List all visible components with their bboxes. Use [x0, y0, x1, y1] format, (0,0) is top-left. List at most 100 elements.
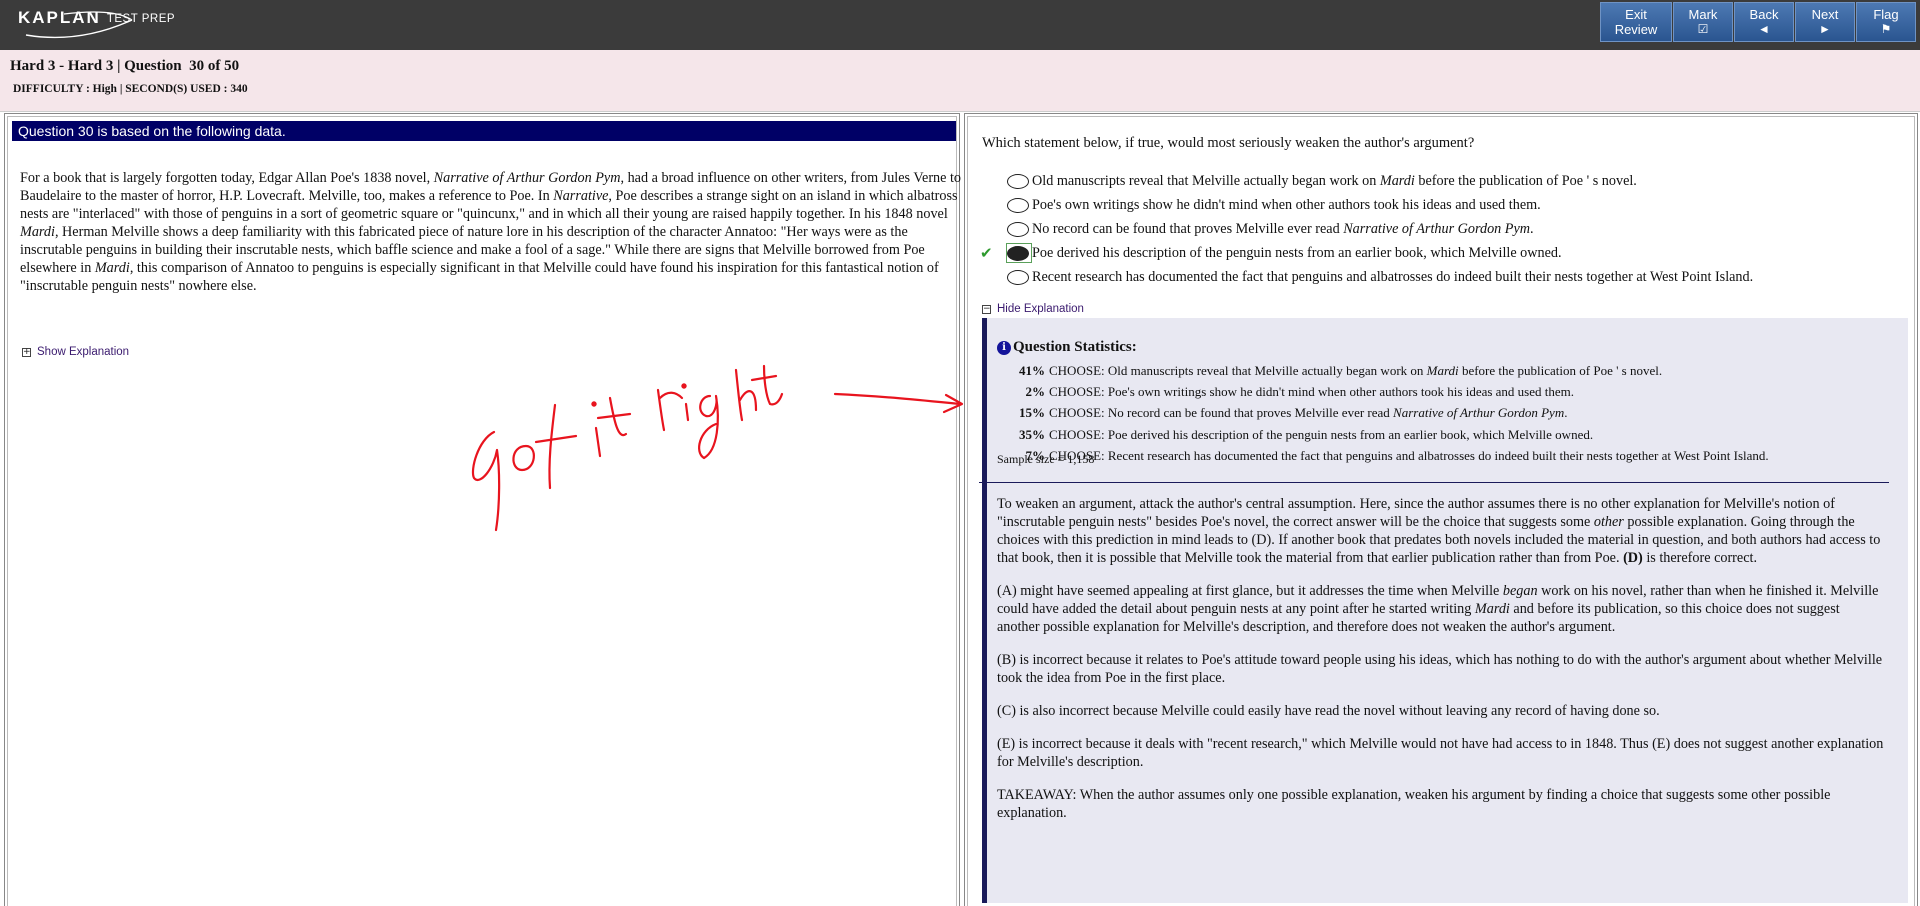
- exp-italic: began: [1502, 583, 1538, 599]
- radio-wrap: [1006, 243, 1032, 263]
- next-label: Next: [1811, 7, 1839, 22]
- nav-buttons: Exit Review Mark ☑ Back ◄ Next ► Flag ⚑: [1600, 2, 1916, 42]
- exit-review-button[interactable]: Exit Review: [1600, 2, 1672, 42]
- choice-text: No record can be found that proves Melvi…: [1032, 221, 1534, 238]
- choice-text: Poe's own writings show he didn't mind w…: [1032, 196, 1541, 213]
- question-title: Hard 3 - Hard 3 | Question 30 of 50: [10, 58, 240, 74]
- sample-size: Sample size = 1,158: [997, 452, 1095, 466]
- info-icon: i: [997, 340, 1011, 355]
- answer-choice-a[interactable]: Old manuscripts reveal that Melville act…: [1006, 169, 1753, 193]
- expand-icon: +: [22, 346, 31, 357]
- stat-seg: Old manuscripts reveal that Melville act…: [1107, 362, 1427, 378]
- flag-icon: ⚑: [1880, 22, 1892, 36]
- explanation-text: To weaken an argument, attack the author…: [997, 495, 1885, 837]
- show-explanation-label: Show Explanation: [37, 346, 130, 358]
- explanation-paragraph: (B) is incorrect because it relates to P…: [997, 652, 1883, 686]
- stat-text: No record can be found that proves Melvi…: [1108, 405, 1568, 421]
- stat-italic: Narrative of Arthur Gordon Pym: [1393, 405, 1565, 421]
- choice-seg: No record can be found that proves Melvi…: [1032, 220, 1344, 237]
- question-panel: Which statement below, if true, would mo…: [964, 113, 1918, 906]
- exp-italic: Mardi: [1474, 601, 1510, 617]
- radio-wrap: [1006, 219, 1032, 239]
- passage-panel-inner: Question 30 is based on the following da…: [7, 116, 961, 906]
- passage-italic: Mardi: [20, 224, 55, 240]
- stat-seg: before the publication of Poe ' s novel.: [1458, 362, 1663, 378]
- stats-title-label: Question Statistics:: [1013, 339, 1137, 355]
- choice-text: Poe derived his description of the pengu…: [1032, 244, 1562, 261]
- arrow-right-icon: ►: [1819, 22, 1831, 36]
- divider: [979, 482, 1889, 483]
- logo-swoosh-icon: [25, 11, 133, 39]
- show-explanation-toggle[interactable]: + Show Explanation: [22, 346, 129, 358]
- hide-explanation-toggle[interactable]: − Hide Explanation: [982, 303, 1084, 315]
- question-panel-inner: Which statement below, if true, would mo…: [967, 116, 1915, 906]
- question-info-bar: Hard 3 - Hard 3 | Question 30 of 50 DIFF…: [0, 50, 1920, 112]
- stat-percent: 15%: [1019, 405, 1045, 421]
- stats-title: i Question Statistics:: [997, 339, 1137, 356]
- passage-heading: Question 30 is based on the following da…: [12, 121, 956, 141]
- passage-italic: Narrative: [553, 188, 609, 204]
- choice-italic: Narrative of Arthur Gordon Pym: [1343, 220, 1531, 237]
- arrow-left-icon: ◄: [1758, 22, 1770, 36]
- stat-row: 15% CHOOSE: No record can be found that …: [997, 403, 1769, 424]
- stat-choose: CHOOSE:: [1049, 362, 1105, 378]
- next-button[interactable]: Next ►: [1795, 2, 1855, 42]
- flag-button[interactable]: Flag ⚑: [1856, 2, 1916, 42]
- explanation-paragraph: (C) is also incorrect because Melville c…: [997, 703, 1660, 719]
- checkbox-icon: ☑: [1697, 22, 1709, 36]
- passage-italic: Narrative of Arthur Gordon Pym: [433, 170, 621, 186]
- radio-button[interactable]: [1007, 269, 1029, 285]
- radio-wrap: [1006, 195, 1032, 215]
- stat-italic: Mardi: [1426, 362, 1459, 378]
- passage-panel: Question 30 is based on the following da…: [4, 113, 961, 906]
- choice-text: Recent research has documented the fact …: [1032, 268, 1754, 285]
- mark-label: Mark: [1688, 7, 1718, 22]
- explanation-paragraph: To weaken an argument, attack the author…: [997, 495, 1885, 567]
- stat-row: 41% CHOOSE: Old manuscripts reveal that …: [997, 360, 1769, 381]
- difficulty-info: DIFFICULTY : High | SECOND(S) USED : 340: [13, 83, 248, 95]
- radio-wrap: [1006, 267, 1032, 287]
- stat-text: Poe's own writings show he didn't mind w…: [1107, 383, 1575, 399]
- exp-seg: is therefore correct.: [1642, 550, 1757, 566]
- stat-percent: 41%: [1019, 362, 1045, 378]
- stat-choose: CHOOSE:: [1049, 405, 1105, 421]
- choice-seg: before the publication of Poe ' s novel.: [1414, 172, 1637, 189]
- answer-choice-c[interactable]: No record can be found that proves Melvi…: [1006, 217, 1753, 241]
- top-bar: KAPLAN TEST PREP Exit Review Mark ☑ Back…: [0, 0, 1920, 50]
- explanation-paragraph: (A) might have seemed appealing at first…: [997, 582, 1885, 636]
- flag-label: Flag: [1873, 7, 1899, 22]
- radio-button[interactable]: [1007, 197, 1029, 213]
- exit-review-label-1: Exit: [1625, 7, 1647, 22]
- stat-row: 7% CHOOSE: Recent research has documente…: [997, 445, 1769, 466]
- radio-wrap: [1006, 171, 1032, 191]
- choice-seg: Old manuscripts reveal that Melville act…: [1032, 172, 1380, 189]
- stat-choose: CHOOSE:: [1049, 426, 1105, 442]
- collapse-icon: −: [982, 303, 991, 314]
- exp-seg: (A) might have seemed appealing at first…: [997, 583, 1503, 599]
- stat-choose: CHOOSE:: [1049, 383, 1105, 399]
- question-stem: Which statement below, if true, would mo…: [982, 135, 1475, 151]
- radio-button-selected[interactable]: [1007, 245, 1029, 261]
- answer-choices: Old manuscripts reveal that Melville act…: [980, 169, 1753, 289]
- explanation-paragraph: TAKEAWAY: When the author assumes only o…: [997, 787, 1831, 821]
- exp-italic: other: [1593, 514, 1624, 530]
- stat-row: 35% CHOOSE: Poe derived his description …: [997, 424, 1769, 445]
- passage-italic: Mardi: [94, 260, 130, 276]
- hide-explanation-label: Hide Explanation: [997, 303, 1084, 315]
- correct-check-icon: ✔: [980, 244, 993, 262]
- radio-button[interactable]: [1007, 221, 1029, 237]
- passage-seg: , this comparison of Annatoo to penguins…: [20, 260, 939, 294]
- answer-choice-b[interactable]: Poe's own writings show he didn't mind w…: [1006, 193, 1753, 217]
- choice-text: Old manuscripts reveal that Melville act…: [1032, 173, 1637, 190]
- mark-button[interactable]: Mark ☑: [1673, 2, 1733, 42]
- answer-choice-d[interactable]: ✔ Poe derived his description of the pen…: [980, 241, 1753, 265]
- choice-seg: .: [1530, 220, 1534, 237]
- radio-button[interactable]: [1007, 173, 1029, 189]
- choice-italic: Mardi: [1379, 172, 1415, 189]
- stat-seg: No record can be found that proves Melvi…: [1107, 405, 1394, 421]
- explanation-box: i Question Statistics: 41% CHOOSE: Old m…: [979, 318, 1908, 903]
- back-button[interactable]: Back ◄: [1734, 2, 1794, 42]
- answer-choice-e[interactable]: Recent research has documented the fact …: [1006, 265, 1753, 289]
- stat-row: 2% CHOOSE: Poe's own writings show he di…: [997, 381, 1769, 402]
- explanation-paragraph: (E) is incorrect because it deals with "…: [997, 736, 1884, 770]
